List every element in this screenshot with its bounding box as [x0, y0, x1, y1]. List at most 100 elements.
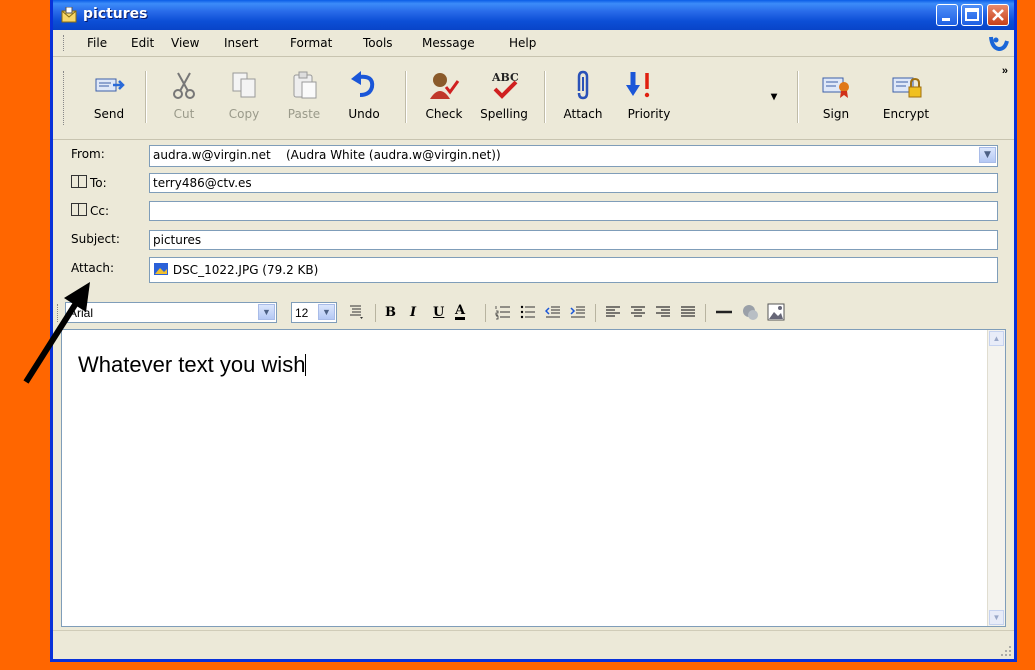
to-button[interactable]: To:	[71, 175, 107, 190]
scroll-up-button[interactable]: ▲	[989, 331, 1004, 346]
format-separator	[595, 304, 596, 322]
chevron-down-icon[interactable]: ▼	[318, 304, 335, 320]
pointer-arrow-annotation	[23, 282, 90, 384]
menu-message[interactable]: Message	[422, 36, 475, 50]
cut-button[interactable]: Cut	[154, 63, 214, 127]
attach-label: Attach	[563, 107, 603, 121]
check-names-button[interactable]: Check	[414, 63, 474, 127]
text-caret	[305, 354, 307, 376]
justify-icon[interactable]	[680, 304, 696, 320]
status-bar	[53, 630, 1014, 659]
bulleted-list-icon[interactable]	[520, 304, 536, 320]
paperclip-icon	[577, 70, 589, 100]
underline-button[interactable]: U	[433, 305, 444, 320]
bold-button[interactable]: B	[385, 305, 396, 320]
sign-button[interactable]: Sign	[806, 63, 866, 127]
menu-edit[interactable]: Edit	[131, 36, 154, 50]
encrypt-label: Encrypt	[882, 107, 930, 121]
window-title: pictures	[83, 6, 148, 22]
align-left-icon[interactable]	[605, 304, 621, 320]
align-right-icon[interactable]	[655, 304, 671, 320]
resize-grip-icon[interactable]	[1000, 645, 1012, 657]
spelling-button[interactable]: ABC Spelling	[474, 63, 534, 127]
font-size-select[interactable]: 12 ▼	[291, 302, 337, 323]
minimize-button[interactable]	[936, 4, 958, 26]
vertical-scrollbar[interactable]: ▲ ▼	[987, 330, 1005, 626]
undo-label: Undo	[348, 107, 380, 121]
menu-file[interactable]: File	[87, 36, 107, 50]
message-body-text: Whatever text you wish	[78, 352, 307, 378]
toolbar: Send Cut Copy Paste Undo Check ABC Spell…	[53, 57, 1014, 140]
attach-button[interactable]: Attach	[553, 63, 613, 127]
paragraph-style-icon[interactable]	[349, 304, 365, 320]
chevron-down-icon[interactable]: ▼	[258, 304, 275, 320]
paste-label: Paste	[287, 107, 321, 121]
title-bar[interactable]: pictures	[53, 0, 1014, 30]
cc-field[interactable]	[149, 201, 998, 221]
check-label: Check	[425, 107, 463, 121]
formatting-bar: Arial ▼ 12 ▼ B I U A	[53, 296, 1014, 326]
menu-tools[interactable]: Tools	[363, 36, 393, 50]
compose-window: pictures File Edit View Insert Format To…	[50, 0, 1017, 662]
copy-label: Copy	[228, 107, 260, 121]
cc-button[interactable]: Cc:	[71, 203, 109, 218]
close-button[interactable]	[987, 4, 1009, 26]
sign-icon	[822, 77, 849, 98]
toolbar-separator	[405, 71, 407, 123]
undo-icon	[351, 71, 375, 97]
scroll-down-button[interactable]: ▼	[989, 610, 1004, 625]
priority-dropdown-arrow[interactable]: ▾	[771, 89, 777, 103]
send-icon	[95, 78, 125, 92]
priority-button[interactable]: Priority	[613, 63, 685, 127]
attach-label-field: Attach:	[71, 261, 115, 275]
align-center-icon[interactable]	[630, 304, 646, 320]
menu-grip	[63, 35, 67, 51]
undo-button[interactable]: Undo	[334, 63, 394, 127]
copy-button[interactable]: Copy	[214, 63, 274, 127]
chevron-down-icon[interactable]: ▼	[979, 147, 996, 163]
menu-help[interactable]: Help	[509, 36, 536, 50]
windows-logo-icon	[989, 36, 1009, 52]
address-book-icon	[71, 203, 87, 216]
body-text-value: Whatever text you wish	[78, 352, 306, 377]
from-select[interactable]: audra.w@virgin.net (Audra White (audra.w…	[149, 145, 998, 167]
copy-icon	[232, 72, 256, 98]
attach-field[interactable]: DSC_1022.JPG (79.2 KB)	[149, 257, 998, 283]
menu-insert[interactable]: Insert	[224, 36, 258, 50]
send-button[interactable]: Send	[79, 63, 139, 127]
subject-label: Subject:	[71, 232, 120, 246]
toolbar-overflow-button[interactable]: »	[1002, 65, 1008, 77]
menu-view[interactable]: View	[171, 36, 199, 50]
spelling-icon: ABC	[491, 71, 519, 99]
to-label: To:	[90, 176, 107, 190]
send-label: Send	[93, 107, 125, 121]
encrypt-icon	[892, 77, 922, 98]
maximize-icon	[965, 8, 979, 21]
menu-format[interactable]: Format	[290, 36, 332, 50]
to-field[interactable]: terry486@ctv.es	[149, 173, 998, 193]
subject-field[interactable]: pictures	[149, 230, 998, 250]
paste-button[interactable]: Paste	[274, 63, 334, 127]
italic-button[interactable]: I	[410, 305, 416, 320]
message-body[interactable]: Whatever text you wish ▲ ▼	[61, 329, 1006, 627]
priority-icon	[626, 72, 650, 98]
increase-indent-icon[interactable]	[570, 304, 586, 320]
scissors-icon	[173, 72, 195, 99]
priority-label: Priority	[627, 107, 671, 121]
numbered-list-icon[interactable]	[495, 304, 511, 320]
new-message-icon	[61, 7, 77, 23]
sign-label: Sign	[822, 107, 850, 121]
insert-hyperlink-icon[interactable]	[741, 303, 759, 321]
attachment-item[interactable]: DSC_1022.JPG (79.2 KB)	[173, 263, 318, 277]
minimize-icon	[942, 18, 950, 21]
font-color-button[interactable]: A	[455, 304, 466, 320]
menu-bar: File Edit View Insert Format Tools Messa…	[53, 30, 1014, 57]
to-value: terry486@ctv.es	[153, 176, 252, 190]
maximize-button[interactable]	[961, 4, 983, 26]
decrease-indent-icon[interactable]	[545, 304, 561, 320]
encrypt-button[interactable]: Encrypt	[866, 63, 946, 127]
address-book-icon	[71, 175, 87, 188]
horizontal-line-icon[interactable]	[715, 304, 733, 320]
insert-picture-icon[interactable]	[767, 303, 785, 321]
cut-label: Cut	[173, 107, 195, 121]
